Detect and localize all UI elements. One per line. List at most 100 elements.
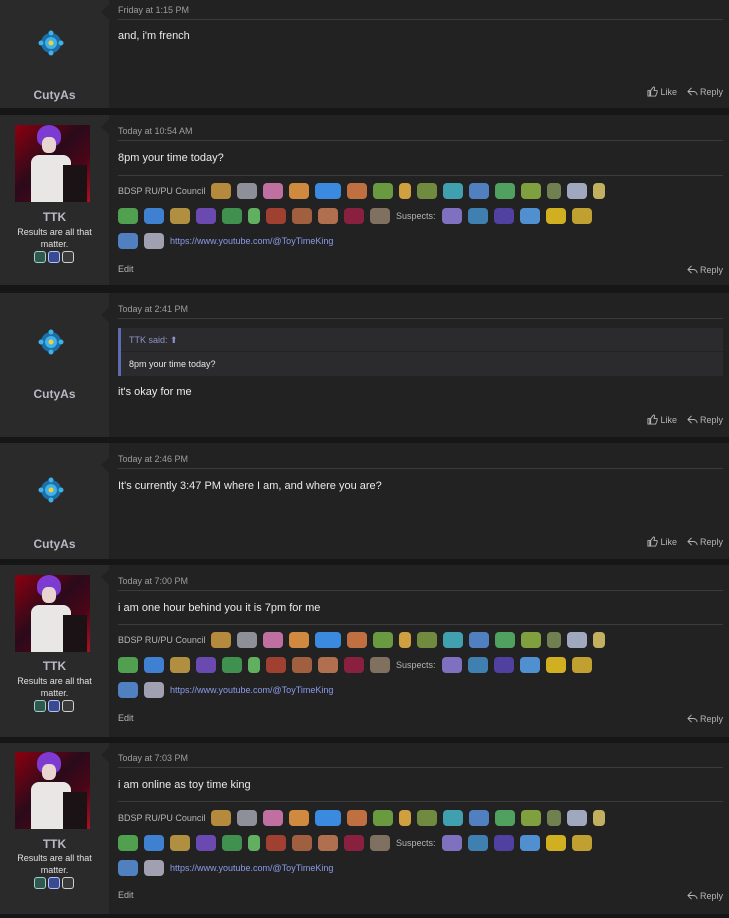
pokemon-sprite-icon [567,631,588,648]
pokemon-sprite-icon [315,631,342,648]
avatar[interactable] [15,575,90,652]
user-panel: TTK Results are all that matter. [0,115,109,285]
pokemon-sprite-icon [469,631,490,648]
badge-icon[interactable] [62,700,74,712]
youtube-link[interactable]: https://www.youtube.com/@ToyTimeKing [170,236,333,246]
pokemon-sprite-icon [417,182,438,199]
reply-button[interactable]: Reply [687,890,723,901]
badge-icon[interactable] [34,877,46,889]
post: TTK Results are all that matter. Today a… [0,115,729,285]
reply-button[interactable]: Reply [687,414,723,425]
reply-button[interactable]: Reply [687,264,723,275]
quote-header[interactable]: TTK said: ⬆ [121,328,723,352]
pokemon-sprite-icon [263,809,284,826]
reply-icon [687,87,698,96]
pokemon-sprite-icon [593,809,606,826]
pokemon-sprite-icon [571,834,592,851]
post-timestamp[interactable]: Today at 2:41 PM [118,304,723,319]
gem-avatar-icon[interactable] [38,30,64,56]
pokemon-sprite-icon [144,232,164,249]
badges [34,877,74,889]
user-panel: TTK Results are all that matter. [0,565,109,737]
pokemon-sprite-icon [144,681,164,698]
signature-divider [118,801,723,802]
pokemon-sprite-icon [347,631,368,648]
username[interactable]: TTK [0,659,109,673]
badge-icon[interactable] [48,700,60,712]
signature-row: Suspects: [118,652,718,677]
post-timestamp[interactable]: Today at 7:03 PM [118,753,723,768]
like-button[interactable]: Like [647,536,677,547]
edit-button[interactable]: Edit [118,713,134,723]
pokemon-sprite-icon [547,182,562,199]
thumbs-up-icon [647,414,659,425]
like-button[interactable]: Like [647,86,677,97]
pokemon-sprite-icon [266,834,286,851]
suspects-label: Suspects: [396,210,436,221]
pokemon-sprite-icon [144,207,164,224]
gem-avatar-icon[interactable] [38,477,64,503]
username[interactable]: TTK [0,210,109,224]
pokemon-sprite-icon [196,834,216,851]
post-actions: Reply [687,890,723,901]
post-timestamp[interactable]: Friday at 1:15 PM [118,5,723,20]
avatar[interactable] [15,752,90,829]
signature-row: Suspects: [118,203,718,228]
post: CutyAs Today at 2:46 PM It's currently 3… [0,443,729,559]
post: TTK Results are all that matter. Today a… [0,743,729,914]
edit-button[interactable]: Edit [118,890,134,900]
pokemon-sprite-icon [545,207,566,224]
pokemon-sprite-icon [263,631,284,648]
youtube-link[interactable]: https://www.youtube.com/@ToyTimeKing [170,685,333,695]
badge-icon[interactable] [62,251,74,263]
post-timestamp[interactable]: Today at 7:00 PM [118,576,723,591]
reply-icon [687,537,698,546]
badge-icon[interactable] [48,251,60,263]
pokemon-sprite-icon [118,859,138,876]
user-panel: TTK Results are all that matter. [0,743,109,914]
user-panel: CutyAs [0,293,109,437]
reply-button[interactable]: Reply [687,713,723,724]
pokemon-sprite-icon [441,656,462,673]
like-button[interactable]: Like [647,414,677,425]
post-timestamp[interactable]: Today at 2:46 PM [118,454,723,469]
username[interactable]: CutyAs [0,387,109,401]
post-timestamp[interactable]: Today at 10:54 AM [118,126,723,141]
badge-icon[interactable] [48,877,60,889]
pokemon-sprite-icon [222,834,242,851]
pokemon-sprite-icon [469,809,490,826]
suspects-label: Suspects: [396,837,436,848]
badge-icon[interactable] [34,700,46,712]
pokemon-sprite-icon [315,182,342,199]
badges [34,251,74,263]
pokemon-sprite-icon [196,207,216,224]
post-message: 8pm your time today? [118,152,224,164]
signature-row: https://www.youtube.com/@ToyTimeKing [118,855,718,880]
username[interactable]: CutyAs [0,88,109,102]
avatar[interactable] [15,125,90,202]
arrow-up-circle-icon[interactable]: ⬆ [170,335,178,345]
pokemon-sprite-icon [519,656,540,673]
reply-button[interactable]: Reply [687,86,723,97]
signature: BDSP RU/PU Council Suspects: https://www… [118,178,718,253]
username[interactable]: CutyAs [0,537,109,551]
username[interactable]: TTK [0,837,109,851]
council-label: BDSP RU/PU Council [118,185,206,196]
gem-avatar-icon[interactable] [38,329,64,355]
post: CutyAs Today at 2:41 PM TTK said: ⬆ 8pm … [0,293,729,437]
pokemon-sprite-icon [266,656,286,673]
post: CutyAs Friday at 1:15 PM and, i'm french… [0,0,729,108]
youtube-link[interactable]: https://www.youtube.com/@ToyTimeKing [170,863,333,873]
post-arrow [101,307,109,323]
signature: BDSP RU/PU Council Suspects: https://www… [118,627,718,702]
edit-button[interactable]: Edit [118,264,134,274]
badge-icon[interactable] [62,877,74,889]
badge-icon[interactable] [34,251,46,263]
pokemon-sprite-icon [170,834,190,851]
post-actions: Like Reply [647,414,723,425]
reply-button[interactable]: Reply [687,536,723,547]
post-arrow [101,569,109,585]
pokemon-sprite-icon [144,834,164,851]
user-panel: CutyAs [0,0,109,108]
pokemon-sprite-icon [495,631,516,648]
